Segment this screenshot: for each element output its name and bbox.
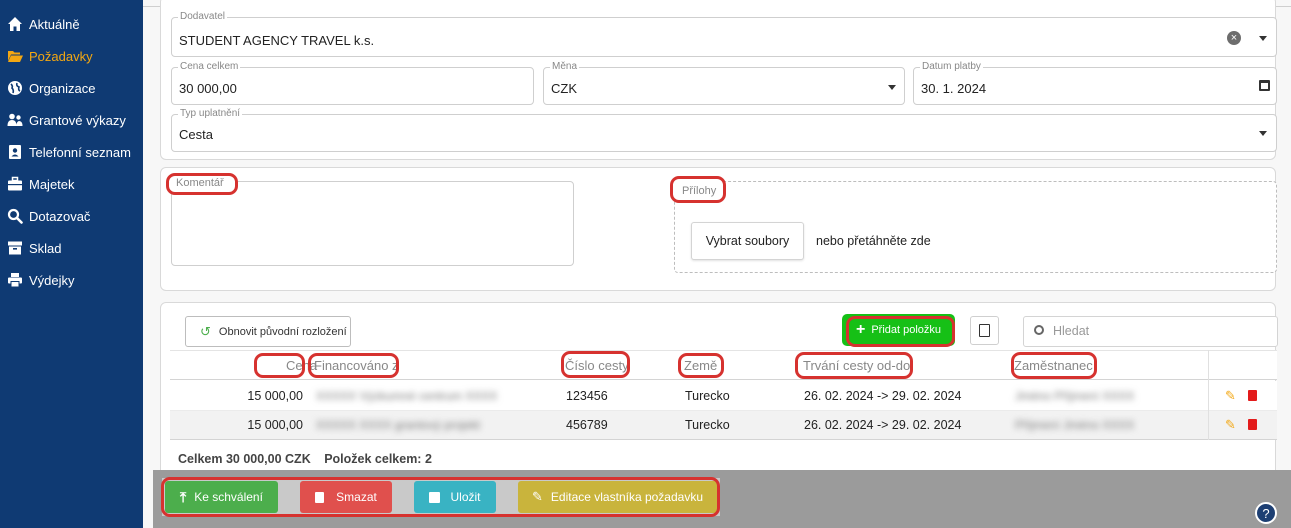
drop-hint: nebo přetáhněte zde bbox=[816, 234, 931, 248]
currency-label: Měna bbox=[550, 61, 580, 72]
trash-icon[interactable] bbox=[1248, 390, 1257, 401]
application-type-value: Cesta bbox=[179, 127, 213, 142]
application-type-label: Typ uplatnění bbox=[178, 108, 243, 119]
sidebar-item-label: Telefonní seznam bbox=[29, 144, 131, 160]
application-type-select[interactable]: Typ uplatnění Cesta bbox=[171, 108, 1277, 152]
payment-date-value: 30. 1. 2024 bbox=[921, 81, 987, 96]
chevron-down-icon[interactable] bbox=[1259, 131, 1267, 136]
sidebar: Aktuálně Požadavky Organizace Grantové v… bbox=[0, 0, 143, 528]
cell-duration: 26. 02. 2024 -> 29. 02. 2024 bbox=[804, 418, 962, 432]
currency-select[interactable]: Měna CZK bbox=[543, 61, 905, 105]
chevron-down-icon[interactable] bbox=[1259, 36, 1267, 41]
cell-financed: XXXXX Výzkumné centrum XXXX bbox=[316, 389, 498, 403]
sidebar-item-sklad[interactable]: Sklad bbox=[0, 232, 143, 264]
price-header-highlight bbox=[254, 353, 305, 378]
add-item-highlight bbox=[846, 316, 955, 347]
attachments-label-highlight: Přílohy bbox=[670, 176, 726, 203]
sidebar-item-organizace[interactable]: Organizace bbox=[0, 72, 143, 104]
duration-header-highlight bbox=[795, 352, 913, 379]
export-button[interactable] bbox=[970, 316, 999, 345]
home-icon bbox=[6, 15, 24, 33]
cell-country: Turecko bbox=[685, 389, 730, 403]
search-icon bbox=[6, 207, 24, 225]
reset-layout-label: Obnovit původní rozložení bbox=[218, 325, 347, 338]
address-book-icon bbox=[6, 143, 24, 161]
sidebar-item-label: Požadavky bbox=[29, 48, 93, 64]
sidebar-item-majetek[interactable]: Majetek bbox=[0, 168, 143, 200]
price-value: 30 000,00 bbox=[179, 81, 237, 96]
chevron-down-icon[interactable] bbox=[888, 85, 896, 90]
cell-trip-number: 456789 bbox=[566, 418, 608, 432]
sidebar-item-label: Aktuálně bbox=[29, 16, 80, 32]
cell-duration: 26. 02. 2024 -> 29. 02. 2024 bbox=[804, 389, 962, 403]
help-button[interactable]: ? bbox=[1255, 502, 1277, 524]
financed-header-highlight bbox=[308, 353, 399, 378]
export-icon bbox=[979, 324, 990, 337]
cell-trip-number: 123456 bbox=[566, 389, 608, 403]
supplier-select[interactable]: Dodavatel STUDENT AGENCY TRAVEL k.s. × bbox=[171, 11, 1277, 57]
sidebar-item-label: Sklad bbox=[29, 240, 62, 256]
search-placeholder: Hledat bbox=[1053, 324, 1090, 338]
select-files-label: Vybrat soubory bbox=[705, 234, 790, 248]
cell-employee: Jméno Příjmení XXXX bbox=[1015, 389, 1135, 403]
employee-header-highlight bbox=[1011, 352, 1097, 379]
main-content: Dodavatel STUDENT AGENCY TRAVEL k.s. × C… bbox=[143, 0, 1291, 528]
table-row[interactable]: 15 000,00 XXXXX Výzkumné centrum XXXX 12… bbox=[170, 381, 1277, 411]
payment-date-field[interactable]: Datum platby 30. 1. 2024 bbox=[913, 61, 1277, 105]
sidebar-item-vydejky[interactable]: Výdejky bbox=[0, 264, 143, 296]
folder-open-icon bbox=[6, 47, 24, 65]
cell-employee: Příjmení Jméno XXXX bbox=[1015, 418, 1135, 432]
trash-icon[interactable] bbox=[1248, 419, 1257, 430]
sidebar-item-dotazovac[interactable]: Dotazovač bbox=[0, 200, 143, 232]
archive-icon bbox=[6, 239, 24, 257]
footer-count: Položek celkem: 2 bbox=[324, 452, 432, 466]
comment-label: Komentář bbox=[176, 177, 224, 189]
cell-financed: XXXXX XXXX grantový projekt bbox=[316, 418, 481, 432]
table-row[interactable]: 15 000,00 XXXXX XXXX grantový projekt 45… bbox=[170, 411, 1277, 440]
globe-icon bbox=[6, 79, 24, 97]
sidebar-item-label: Majetek bbox=[29, 176, 75, 192]
country-header-highlight bbox=[678, 353, 724, 378]
reset-layout-button[interactable]: ↺ Obnovit původní rozložení bbox=[185, 316, 351, 347]
clear-icon[interactable]: × bbox=[1227, 31, 1241, 45]
sidebar-item-telefonni-seznam[interactable]: Telefonní seznam bbox=[0, 136, 143, 168]
price-field[interactable]: Cena celkem 30 000,00 bbox=[171, 61, 534, 105]
cell-country: Turecko bbox=[685, 418, 730, 432]
pencil-icon[interactable]: ✎ bbox=[1225, 417, 1236, 433]
supplier-value: STUDENT AGENCY TRAVEL k.s. bbox=[179, 33, 375, 48]
footer-total: Celkem 30 000,00 CZK bbox=[178, 452, 311, 466]
supplier-label: Dodavatel bbox=[178, 11, 228, 22]
users-icon bbox=[6, 111, 24, 129]
column-divider bbox=[1208, 350, 1209, 440]
attachments-label: Přílohy bbox=[682, 185, 717, 197]
currency-value: CZK bbox=[551, 81, 577, 96]
help-icon: ? bbox=[1262, 505, 1270, 521]
trip-header-highlight bbox=[561, 351, 630, 378]
comment-label-highlight: Komentář bbox=[166, 173, 238, 195]
sidebar-item-grantove-vykazy[interactable]: Grantové výkazy bbox=[0, 104, 143, 136]
sidebar-item-label: Výdejky bbox=[29, 272, 75, 288]
briefcase-icon bbox=[6, 175, 24, 193]
select-files-button[interactable]: Vybrat soubory bbox=[691, 222, 804, 260]
print-icon bbox=[6, 271, 24, 289]
table-footer: Celkem 30 000,00 CZK Položek celkem: 2 bbox=[178, 452, 432, 466]
action-buttons-highlight bbox=[161, 477, 720, 517]
calendar-icon[interactable] bbox=[1259, 80, 1270, 91]
price-label: Cena celkem bbox=[178, 61, 241, 72]
attachments-dropzone[interactable]: Vybrat soubory nebo přetáhněte zde bbox=[674, 181, 1277, 273]
pencil-icon[interactable]: ✎ bbox=[1225, 388, 1236, 404]
reset-icon: ↺ bbox=[200, 323, 211, 339]
cell-price: 15 000,00 bbox=[247, 418, 303, 432]
sidebar-item-label: Organizace bbox=[29, 80, 96, 96]
cell-price: 15 000,00 bbox=[247, 389, 303, 403]
sidebar-item-label: Dotazovač bbox=[29, 208, 91, 224]
search-icon bbox=[1034, 325, 1044, 335]
payment-date-label: Datum platby bbox=[920, 61, 983, 72]
sidebar-item-pozadavky[interactable]: Požadavky bbox=[0, 40, 143, 72]
table-search-input[interactable]: Hledat bbox=[1023, 316, 1278, 347]
sidebar-item-aktualne[interactable]: Aktuálně bbox=[0, 8, 143, 40]
sidebar-item-label: Grantové výkazy bbox=[29, 112, 126, 128]
